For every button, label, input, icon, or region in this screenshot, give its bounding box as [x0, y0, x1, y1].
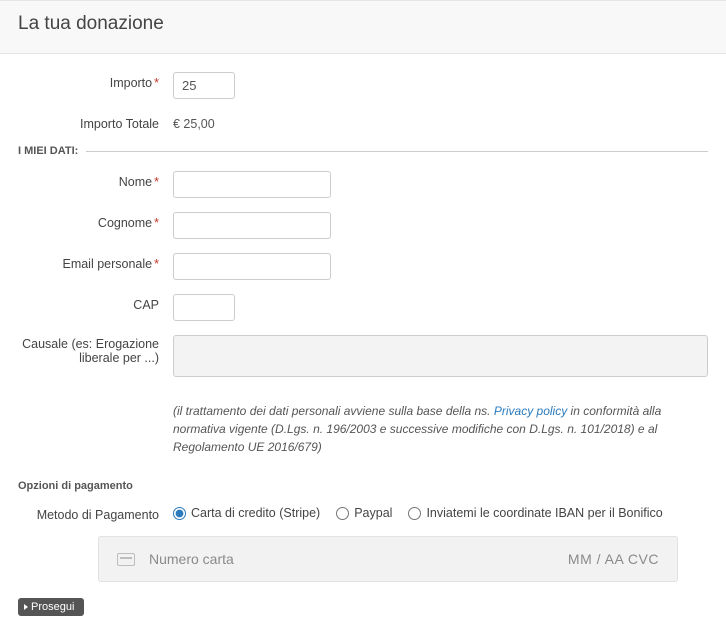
- total-value: € 25,00: [173, 113, 215, 131]
- proceed-button[interactable]: Prosegui: [18, 598, 84, 616]
- privacy-note: (il trattamento dei dati personali avvie…: [18, 394, 708, 462]
- card-expiry-cvc: MM / AA CVC: [568, 551, 659, 567]
- surname-row: Cognome*: [18, 212, 708, 239]
- total-row: Importo Totale € 25,00: [18, 113, 708, 131]
- email-row: Email personale*: [18, 253, 708, 280]
- payment-method-row: Metodo di Pagamento Carta di credito (St…: [18, 504, 708, 522]
- radio-paypal-input[interactable]: [336, 507, 349, 520]
- amount-label: Importo*: [18, 72, 173, 90]
- chevron-right-icon: [24, 604, 28, 610]
- email-label: Email personale*: [18, 253, 173, 271]
- cap-input[interactable]: [173, 294, 235, 321]
- cause-textarea[interactable]: [173, 335, 708, 377]
- radio-paypal[interactable]: Paypal: [336, 506, 392, 520]
- radio-iban-input[interactable]: [408, 507, 421, 520]
- cap-label: CAP: [18, 294, 173, 312]
- amount-input[interactable]: [173, 72, 235, 99]
- page-title: La tua donazione: [18, 13, 708, 35]
- radio-card-input[interactable]: [173, 507, 186, 520]
- amount-row: Importo*: [18, 72, 708, 99]
- total-label: Importo Totale: [18, 113, 173, 131]
- donation-form: Importo* Importo Totale € 25,00 I MIEI D…: [0, 54, 726, 628]
- page-header: La tua donazione: [0, 0, 726, 54]
- credit-card-icon: [117, 553, 135, 566]
- privacy-policy-link[interactable]: Privacy policy: [494, 404, 567, 418]
- name-input[interactable]: [173, 171, 331, 198]
- payment-method-label: Metodo di Pagamento: [18, 504, 173, 522]
- name-row: Nome*: [18, 171, 708, 198]
- payment-options-heading: Opzioni di pagamento: [18, 480, 708, 492]
- surname-input[interactable]: [173, 212, 331, 239]
- name-label: Nome*: [18, 171, 173, 189]
- email-input[interactable]: [173, 253, 331, 280]
- cause-row: Causale (es: Erogazione liberale per ...…: [18, 335, 708, 380]
- cause-label: Causale (es: Erogazione liberale per ...…: [18, 335, 173, 365]
- radio-iban[interactable]: Inviatemi le coordinate IBAN per il Boni…: [408, 506, 662, 520]
- radio-card[interactable]: Carta di credito (Stripe): [173, 506, 320, 520]
- card-input-box[interactable]: Numero carta MM / AA CVC: [98, 536, 678, 582]
- personal-data-fieldset: I MIEI DATI: Nome* Cognome* Email person…: [18, 145, 708, 462]
- cap-row: CAP: [18, 294, 708, 321]
- surname-label: Cognome*: [18, 212, 173, 230]
- personal-legend: I MIEI DATI:: [18, 145, 86, 157]
- card-number-placeholder: Numero carta: [149, 551, 554, 567]
